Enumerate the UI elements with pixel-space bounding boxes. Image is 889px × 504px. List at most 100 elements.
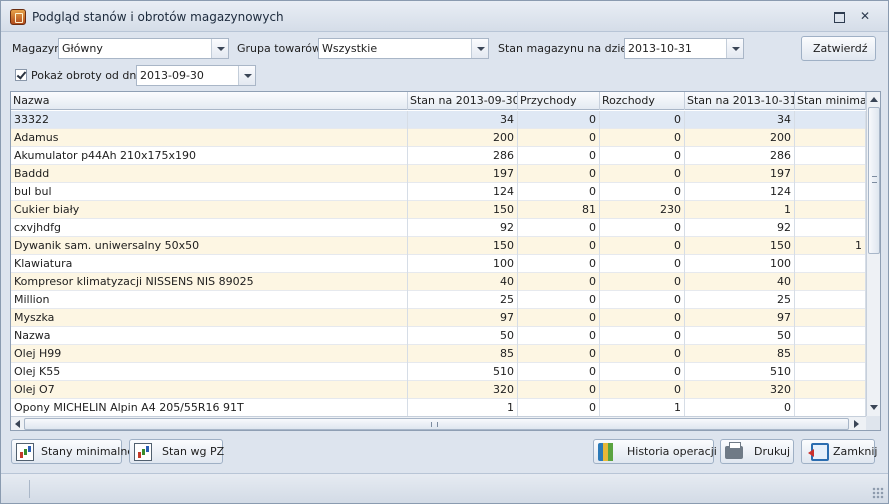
table-cell — [795, 111, 866, 129]
table-cell — [795, 309, 866, 327]
table-cell: 0 — [518, 165, 600, 183]
scroll-up-icon[interactable] — [870, 97, 878, 102]
table-cell — [795, 219, 866, 237]
table-cell: Myszka — [11, 309, 408, 327]
column-header[interactable]: Rozchody — [600, 92, 685, 110]
resize-grip-icon[interactable] — [872, 487, 884, 499]
table-cell: 0 — [518, 399, 600, 416]
table-cell: 34 — [685, 111, 795, 129]
table-row[interactable]: Cukier biały 150 81 230 1 — [11, 201, 866, 219]
table-cell — [795, 273, 866, 291]
table-cell: 0 — [600, 147, 685, 165]
historia-operacji-button[interactable]: Historia operacji — [593, 439, 717, 464]
table-cell — [795, 363, 866, 381]
zamknij-label: Zamknij — [833, 445, 878, 458]
horizontal-scroll-thumb[interactable] — [24, 418, 849, 430]
title-bar[interactable]: Podgląd stanów i obrotów magazynowych ✕ — [1, 1, 888, 32]
table-cell: 0 — [600, 165, 685, 183]
vertical-scrollbar[interactable] — [866, 92, 880, 416]
chevron-down-icon[interactable] — [211, 39, 228, 58]
status-bar — [1, 473, 888, 503]
table-cell: 100 — [685, 255, 795, 273]
chevron-down-icon[interactable] — [238, 66, 255, 85]
table-cell: 0 — [600, 129, 685, 147]
close-icon[interactable]: ✕ — [858, 10, 872, 23]
stan-date-picker[interactable]: 2013-10-31 — [624, 38, 744, 59]
table-cell: 124 — [408, 183, 518, 201]
table-cell: 100 — [408, 255, 518, 273]
table-row[interactable]: Adamus 200 0 0 200 — [11, 129, 866, 147]
vertical-scroll-thumb[interactable] — [868, 107, 880, 254]
table-cell — [795, 255, 866, 273]
column-header[interactable]: Przychody — [518, 92, 600, 110]
table-cell: 1 — [600, 399, 685, 416]
table-row[interactable]: Million 25 0 0 25 — [11, 291, 866, 309]
table-row[interactable]: Baddd 197 0 0 197 — [11, 165, 866, 183]
table-cell: 0 — [600, 111, 685, 129]
horizontal-scrollbar[interactable] — [11, 416, 866, 430]
table-cell: 0 — [685, 399, 795, 416]
restore-icon[interactable] — [832, 10, 846, 23]
table-cell: 0 — [600, 183, 685, 201]
zamknij-button[interactable]: Zamknij — [801, 439, 878, 464]
table-row[interactable]: Olej O7 320 0 0 320 — [11, 381, 866, 399]
magazyn-select[interactable]: Główny — [58, 38, 229, 59]
table-cell: 0 — [518, 237, 600, 255]
grupa-select[interactable]: Wszystkie — [318, 38, 489, 59]
table-row[interactable]: Dywanik sam. uniwersalny 50x50 150 0 0 150 1 — [11, 237, 866, 255]
table-cell: 0 — [518, 255, 600, 273]
scroll-right-icon[interactable] — [854, 420, 859, 428]
table-cell — [795, 399, 866, 416]
exit-icon — [808, 443, 829, 461]
column-header[interactable]: Stan na 2013-09-30 — [408, 92, 518, 110]
magazyn-label: Magazyn — [12, 42, 62, 55]
stock-table: Nazwa Stan na 2013-09-30 Przychody Rozchody… — [10, 91, 881, 431]
scroll-left-icon[interactable] — [15, 420, 20, 428]
stan-wg-pz-button[interactable]: Stan wg PZ — [129, 439, 224, 464]
stany-minimalne-button[interactable]: Stany minimalne — [11, 439, 134, 464]
table-row[interactable]: Opony MICHELIN Alpin A4 205/55R16 91T 1 0 1… — [11, 399, 866, 416]
table-row[interactable]: cxvjhdfg 92 0 0 92 — [11, 219, 866, 237]
table-cell: Adamus — [11, 129, 408, 147]
table-row[interactable]: Olej H99 85 0 0 85 — [11, 345, 866, 363]
obroty-date-picker[interactable]: 2013-09-30 — [136, 65, 256, 86]
table-row[interactable]: Olej K55 510 0 0 510 — [11, 363, 866, 381]
table-cell: Klawiatura — [11, 255, 408, 273]
column-header[interactable]: Stan na 2013-10-31 — [685, 92, 795, 110]
bar-chart-icon — [16, 443, 34, 461]
column-header[interactable]: Nazwa — [11, 92, 408, 110]
table-cell: 0 — [518, 291, 600, 309]
chevron-down-icon[interactable] — [471, 39, 488, 58]
table-cell: 0 — [600, 255, 685, 273]
column-header[interactable]: Stan minimalny — [795, 92, 866, 110]
table-row[interactable]: Nazwa 50 0 0 50 — [11, 327, 866, 345]
table-cell: 40 — [685, 273, 795, 291]
table-row[interactable]: Klawiatura 100 0 0 100 — [11, 255, 866, 273]
scroll-down-icon[interactable] — [870, 405, 878, 410]
table-cell: 0 — [518, 363, 600, 381]
table-cell: 286 — [685, 147, 795, 165]
drukuj-label: Drukuj — [754, 445, 791, 458]
table-cell: 200 — [685, 129, 795, 147]
table-cell: 0 — [518, 273, 600, 291]
main-window: Podgląd stanów i obrotów magazynowych ✕ … — [0, 0, 889, 504]
table-row[interactable]: Kompresor klimatyzacji NISSENS NIS 89025… — [11, 273, 866, 291]
table-row[interactable]: Akumulator p44Ah 210x175x190 286 0 0 286 — [11, 147, 866, 165]
table-cell: 0 — [518, 381, 600, 399]
confirm-button[interactable]: Zatwierdź — [801, 36, 876, 61]
drukuj-button[interactable]: Drukuj — [720, 439, 794, 464]
table-cell: 150 — [685, 237, 795, 255]
table-row[interactable]: bul bul 124 0 0 124 — [11, 183, 866, 201]
table-cell: 124 — [685, 183, 795, 201]
chevron-down-icon[interactable] — [726, 39, 743, 58]
obroty-checkbox[interactable] — [15, 69, 27, 81]
table-cell: Olej O7 — [11, 381, 408, 399]
table-row[interactable]: 33322 34 0 0 34 — [11, 111, 866, 129]
table-header: Nazwa Stan na 2013-09-30 Przychody Rozchody… — [11, 92, 866, 110]
table-cell: 0 — [600, 291, 685, 309]
table-cell — [795, 291, 866, 309]
status-separator — [29, 480, 30, 498]
table-cell: 0 — [518, 111, 600, 129]
table-cell: 85 — [685, 345, 795, 363]
table-row[interactable]: Myszka 97 0 0 97 — [11, 309, 866, 327]
